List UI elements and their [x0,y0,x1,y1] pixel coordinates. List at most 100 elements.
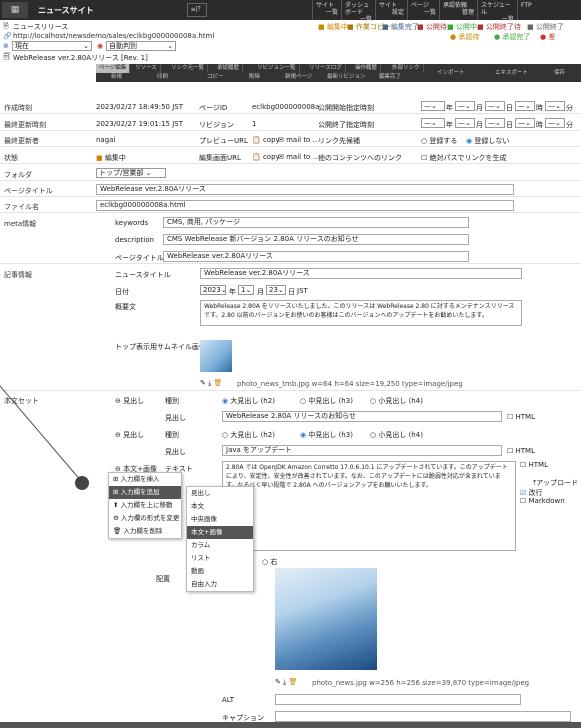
nav-schedule[interactable]: スケジュール 一覧 [477,0,517,23]
type-text-image[interactable]: 本文+画像 [187,526,253,539]
h3-radio-2[interactable]: ◉ 中見出し (h3) [300,430,353,440]
type-column[interactable]: カラム [187,539,253,552]
folder-select[interactable]: トップ/営業部 ⌄ [96,168,166,178]
meta-pagetitle-input[interactable]: WebRelease ver.2.80Aリリース [163,251,469,262]
tab-release-log[interactable]: リリースログ [306,64,346,73]
month-select[interactable]: 1⌄ [238,285,254,295]
h4-radio-2[interactable]: ○ 小見出し (h4) [370,430,423,440]
html-checkbox-3[interactable]: ☐ HTML [520,461,548,469]
year-select[interactable]: 2023⌄ [200,285,227,295]
latest-revision-button[interactable]: 最新リビジョン [324,73,369,82]
import-button[interactable]: インポート [434,64,468,82]
type-midashi[interactable]: 見出し [187,487,253,500]
pubend-year-select[interactable]: —⌄ [421,118,445,128]
nav-dashboard[interactable]: ダッシュボード 一覧 [341,0,375,23]
version-select[interactable]: 現在 ⌄ [12,41,92,51]
nav-ftp[interactable]: FTP [517,0,581,20]
pubend-label: 公開終了指定時刻 [318,121,374,129]
delete-field-item[interactable]: 🗑 入力欄を削除 [109,525,181,538]
edit-done-button[interactable]: 編集完了 [376,73,404,82]
pubend-min-select[interactable]: —⌄ [545,118,565,128]
preview-mailto-button[interactable]: ✉ mail to ... [278,136,319,144]
abspath-checkbox[interactable]: ☐ 絶対パスでリンクを生成 [421,153,507,163]
tab-operation-history[interactable]: 操作履歴 [352,64,382,73]
revision-icon: 🗐 [3,53,10,61]
midashi-2-input[interactable]: Java をアップデート [222,445,502,456]
nav-site-settings[interactable]: サイト 設定 [375,0,407,20]
edit-copy-button[interactable]: 📋 copy [252,153,280,161]
delete-button[interactable]: 削除 [246,73,263,82]
filename-input[interactable]: eclkbg000000008a.html [96,200,514,211]
change-format-item[interactable]: ⚙ 入力欄の形式を変更 [109,512,181,525]
save-button[interactable]: 保存 [551,64,568,82]
tab-resource[interactable]: リソース [132,64,161,73]
midashi-1-input[interactable]: WebRelease 2.80A リリースのお知らせ [222,411,502,422]
edit-icon[interactable]: ✎ [275,678,281,686]
pubstart-day-select[interactable]: —⌄ [485,101,505,111]
pagetitle-input[interactable]: WebRelease ver.2.80Aリリース [96,184,514,195]
tab-external-links[interactable]: 外部リンク [389,64,424,73]
type-free-input[interactable]: 自由入力 [187,578,253,591]
new-button[interactable]: 新規 [108,73,125,82]
new-page-button[interactable]: 新規ページ [282,73,315,82]
h3-radio-1[interactable]: ○ 中見出し (h3) [300,396,353,406]
keywords-input[interactable]: CMS, 商用, パッケージ [163,217,469,228]
type-video[interactable]: 動画 [187,565,253,578]
tab-link-source[interactable]: リンク元一覧 [168,64,209,73]
tab-revisions[interactable]: リビジョン一覧 [254,64,300,73]
pubstart-month-select[interactable]: —⌄ [455,101,475,111]
nav-site-list[interactable]: サイト 一覧 [312,0,341,20]
pubstart-hour-select[interactable]: —⌄ [515,101,535,111]
nav-page-list[interactable]: ページ 一覧 [407,0,439,20]
newstitle-input[interactable]: WebRelease ver.2.80Aリリース [200,268,522,279]
markdown-checkbox[interactable]: ☐ Markdown [520,497,565,505]
html-checkbox-2[interactable]: ☐ HTML [507,447,535,455]
edit-icon[interactable]: ✎ [200,379,206,387]
export-button[interactable]: エキスポート [492,64,531,82]
type-center-image[interactable]: 中央画像 [187,513,253,526]
page-url[interactable]: http://localhost/newsdemo/sales/eclkbg00… [13,32,214,40]
h2-radio-2[interactable]: ○ 大見出し (h2) [222,430,275,440]
caption-input[interactable] [275,711,571,722]
edit-mailto-button[interactable]: ✉ mail to ... [278,153,319,161]
thumbnail-image[interactable] [200,340,232,372]
app-logo-icon[interactable]: ▦ [2,2,28,18]
thumb-actions: ✎ ⤓ 🗑 [200,379,222,388]
type-list[interactable]: リスト [187,552,253,565]
pubend-month-select[interactable]: —⌄ [455,118,475,128]
nav-approval[interactable]: 承認依頼 管理 [439,0,477,20]
register-radio[interactable]: ○ 登録する [421,136,457,146]
body-text-textarea[interactable]: 2.80A では OpenJDK Amazon Corretto 17.0.6.… [222,461,516,551]
alt-input[interactable] [275,694,521,705]
body-image[interactable] [275,568,377,670]
day-select[interactable]: 23⌄ [266,285,286,295]
pubstart-min-select[interactable]: —⌄ [545,101,565,111]
tab-approval-history[interactable]: 承認履歴 [214,64,244,73]
pubstart-year-select[interactable]: —⌄ [421,101,445,111]
copy-button[interactable]: コピー [204,73,227,82]
tab-page-edit[interactable]: ページ編集 [96,64,131,73]
date-label: 日付 [115,288,129,296]
right-radio[interactable]: ○ 右 [262,557,277,567]
h2-radio-1[interactable]: ◉ 大見出し (h2) [222,396,275,406]
summary-textarea[interactable]: WebRelease 2.80A をリリースいたしました。このリリースは Web… [200,300,522,326]
metainfo-label: meta情報 [4,220,37,228]
move-up-item[interactable]: ⬆ 入力欄を上に移動 [109,499,181,512]
print-button[interactable]: 印刷 [154,73,171,82]
h4-radio-1[interactable]: ○ 小見出し (h4) [370,396,423,406]
auto-icon: ◉ [97,42,104,50]
preview-copy-button[interactable]: 📋 copy [252,136,280,144]
trash-icon[interactable]: 🗑 [213,379,222,387]
download-icon[interactable]: ⤓ [283,678,286,686]
pubend-hour-select[interactable]: —⌄ [515,118,535,128]
upload-button[interactable]: ⤒アップロード [533,478,578,488]
auto-detect-select[interactable]: 自動判別 ⌄ [106,41,176,51]
type-body[interactable]: 本文 [187,500,253,513]
trash-icon[interactable]: 🗑 [288,678,297,686]
description-input[interactable]: CMS WebRelease 新バージョン 2.80A リリースのお知らせ [163,234,469,245]
html-checkbox-1[interactable]: ☐ HTML [507,413,535,421]
download-icon[interactable]: ⤓ [208,379,211,387]
pubend-day-select[interactable]: —⌄ [485,118,505,128]
noregister-radio[interactable]: ◉ 登録しない [466,136,509,146]
site-menu-button[interactable]: ≡|？ [187,3,207,17]
